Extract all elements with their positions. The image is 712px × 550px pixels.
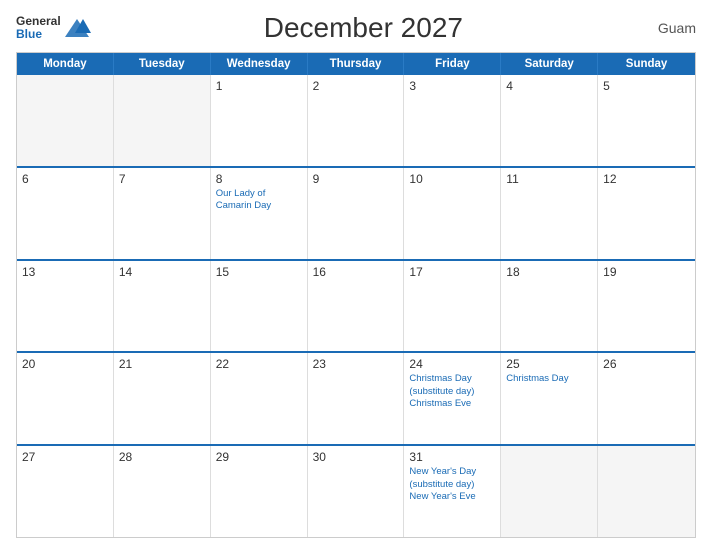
weekday-header-sunday: Sunday (598, 53, 695, 75)
calendar-header: General Blue December 2027 Guam (16, 12, 696, 44)
event-label: Camarin Day (216, 200, 302, 212)
day-number: 12 (603, 172, 690, 186)
calendar-week-5: 27 28 29 30 31 New Year's Day(substitute day)… (17, 444, 695, 537)
calendar-day-cell: 26 (598, 353, 695, 444)
day-number: 9 (313, 172, 399, 186)
day-number: 13 (22, 265, 108, 279)
calendar-week-3: 13 14 15 16 17 18 19 (17, 259, 695, 352)
calendar-body: 12345678Our Lady ofCamarin Day9101112131… (17, 75, 695, 537)
day-number: 4 (506, 79, 592, 93)
weekday-header-row: MondayTuesdayWednesdayThursdayFridaySatu… (17, 53, 695, 75)
event-label: Christmas Day (506, 373, 592, 385)
weekday-header-friday: Friday (404, 53, 501, 75)
day-number: 18 (506, 265, 592, 279)
calendar-day-cell: 11 (501, 168, 598, 259)
day-number: 25 (506, 357, 592, 371)
calendar-day-cell: 22 (211, 353, 308, 444)
day-number: 14 (119, 265, 205, 279)
calendar-day-cell: 24 Christmas Day(substitute day) Christma… (404, 353, 501, 444)
weekday-header-monday: Monday (17, 53, 114, 75)
calendar-day-cell: 16 (308, 261, 405, 352)
region-label: Guam (636, 20, 696, 36)
day-number: 10 (409, 172, 495, 186)
calendar-day-cell: 21 (114, 353, 211, 444)
calendar-day-cell: 7 (114, 168, 211, 259)
day-number: 3 (409, 79, 495, 93)
weekday-header-thursday: Thursday (308, 53, 405, 75)
calendar-day-cell: 19 (598, 261, 695, 352)
weekday-header-tuesday: Tuesday (114, 53, 211, 75)
calendar-week-1: 12345 (17, 75, 695, 166)
calendar-day-cell: 4 (501, 75, 598, 166)
calendar-day-cell: 31 New Year's Day(substitute day) New Yea… (404, 446, 501, 537)
calendar-day-cell (501, 446, 598, 537)
calendar-day-cell: 13 (17, 261, 114, 352)
weekday-header-saturday: Saturday (501, 53, 598, 75)
calendar-day-cell: 8 Our Lady ofCamarin Day (211, 168, 308, 259)
day-number: 16 (313, 265, 399, 279)
day-number: 27 (22, 450, 108, 464)
day-number: 5 (603, 79, 690, 93)
day-number: 8 (216, 172, 302, 186)
calendar-day-cell: 2 (308, 75, 405, 166)
day-number: 7 (119, 172, 205, 186)
day-number: 19 (603, 265, 690, 279)
logo-blue-text: Blue (16, 28, 61, 41)
event-label: New Year's Day (409, 466, 495, 478)
day-number: 28 (119, 450, 205, 464)
day-number: 2 (313, 79, 399, 93)
day-number: 22 (216, 357, 302, 371)
day-number: 30 (313, 450, 399, 464)
day-number: 29 (216, 450, 302, 464)
month-title: December 2027 (91, 12, 636, 44)
event-label: Christmas Eve (409, 398, 495, 410)
calendar-day-cell (17, 75, 114, 166)
day-number: 31 (409, 450, 495, 464)
day-number: 24 (409, 357, 495, 371)
calendar-day-cell: 1 (211, 75, 308, 166)
event-label: Christmas Day (409, 373, 495, 385)
weekday-header-wednesday: Wednesday (211, 53, 308, 75)
event-label: Our Lady of (216, 188, 302, 200)
day-number: 6 (22, 172, 108, 186)
day-number: 20 (22, 357, 108, 371)
calendar-day-cell: 17 (404, 261, 501, 352)
calendar-day-cell: 28 (114, 446, 211, 537)
calendar-day-cell: 5 (598, 75, 695, 166)
day-number: 1 (216, 79, 302, 93)
day-number: 26 (603, 357, 690, 371)
calendar-day-cell: 30 (308, 446, 405, 537)
calendar-day-cell: 3 (404, 75, 501, 166)
calendar-day-cell: 23 (308, 353, 405, 444)
calendar-week-4: 20 21 22 23 24 Christmas Day(substitute day) … (17, 351, 695, 444)
calendar-day-cell: 10 (404, 168, 501, 259)
calendar-day-cell: 20 (17, 353, 114, 444)
calendar-week-2: 678 Our Lady ofCamarin Day 9 10 11 12 (17, 166, 695, 259)
day-number: 21 (119, 357, 205, 371)
day-number: 15 (216, 265, 302, 279)
calendar-day-cell: 14 (114, 261, 211, 352)
day-number: 17 (409, 265, 495, 279)
calendar-day-cell: 9 (308, 168, 405, 259)
day-number: 11 (506, 172, 592, 186)
event-label: (substitute day) (409, 386, 495, 398)
calendar-day-cell: 25 Christmas Day (501, 353, 598, 444)
calendar-day-cell: 27 (17, 446, 114, 537)
logo: General Blue (16, 15, 91, 41)
calendar-day-cell: 29 (211, 446, 308, 537)
calendar-grid: MondayTuesdayWednesdayThursdayFridaySatu… (16, 52, 696, 538)
event-label: New Year's Eve (409, 491, 495, 503)
calendar-day-cell: 12 (598, 168, 695, 259)
calendar-day-cell: 15 (211, 261, 308, 352)
calendar-day-cell: 6 (17, 168, 114, 259)
calendar-day-cell: 18 (501, 261, 598, 352)
event-label: (substitute day) (409, 479, 495, 491)
logo-icon (63, 17, 91, 39)
calendar-day-cell (114, 75, 211, 166)
calendar-day-cell (598, 446, 695, 537)
day-number: 23 (313, 357, 399, 371)
